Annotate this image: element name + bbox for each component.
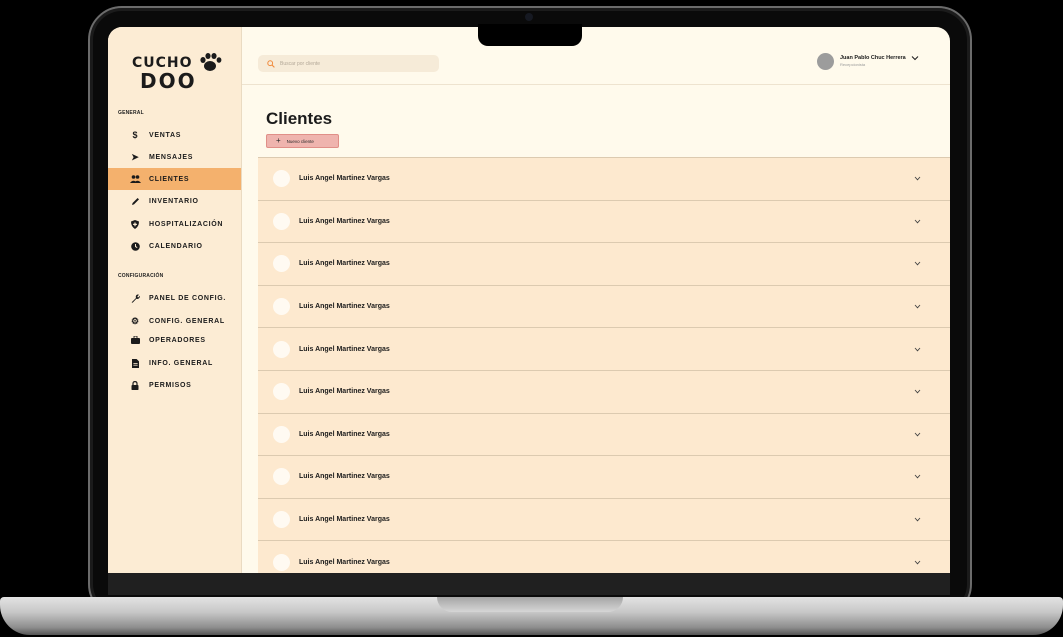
sidebar-item-calendario[interactable]: CALENDARIO <box>108 235 241 257</box>
sidebar-item-label: HOSPITALIZACIÓN <box>149 220 224 228</box>
sidebar-item-panel-config[interactable]: PANEL DE CONFIG. <box>108 287 241 309</box>
briefcase-icon <box>128 336 142 344</box>
sidebar-item-label: PERMISOS <box>149 381 192 389</box>
sidebar-item-clientes[interactable]: CLIENTES <box>108 168 241 190</box>
client-name: Luis Angel Martinez Vargas <box>299 175 390 183</box>
logo-text-bottom: DOO <box>140 69 197 93</box>
app-screen: CUCHO DOO GENERAL $ VENTAS ➤ MENSAJES CL… <box>108 27 950 573</box>
chevron-down-icon[interactable] <box>914 261 921 266</box>
clock-icon <box>128 241 142 251</box>
client-row[interactable]: Luis Angel Martinez Vargas <box>258 242 950 285</box>
client-row[interactable]: Luis Angel Martinez Vargas <box>258 369 950 413</box>
client-row[interactable]: Luis Angel Martinez Vargas <box>258 540 950 573</box>
sidebar-item-ventas[interactable]: $ VENTAS <box>108 124 241 146</box>
sidebar-item-mensajes[interactable]: ➤ MENSAJES <box>108 146 241 168</box>
brand-logo[interactable]: CUCHO DOO <box>128 49 228 95</box>
client-row[interactable]: Luis Angel Martinez Vargas <box>258 412 950 456</box>
search-icon <box>267 59 275 68</box>
client-avatar <box>273 383 290 401</box>
client-row[interactable]: Luis Angel Martinez Vargas <box>258 327 950 370</box>
client-avatar <box>273 298 290 316</box>
client-avatar <box>273 340 290 358</box>
dollar-icon: $ <box>132 130 138 140</box>
search-bar[interactable] <box>258 55 439 72</box>
chevron-down-icon[interactable] <box>914 347 921 352</box>
sidebar-item-label: CONFIG. GENERAL <box>149 317 225 325</box>
sidebar-item-inventario[interactable]: INVENTARIO <box>108 190 241 212</box>
sidebar-item-hospitalizacion[interactable]: HOSPITALIZACIÓN <box>108 213 241 235</box>
plus-icon: + <box>276 136 281 145</box>
chevron-down-icon[interactable] <box>914 304 921 309</box>
chevron-down-icon[interactable] <box>914 389 921 394</box>
client-name: Luis Angel Martinez Vargas <box>299 388 390 396</box>
sidebar: CUCHO DOO GENERAL $ VENTAS ➤ MENSAJES CL… <box>108 27 242 573</box>
avatar[interactable] <box>817 53 834 70</box>
sidebar-item-label: VENTAS <box>149 131 182 139</box>
client-list: Luis Angel Martinez Vargas Luis Angel Ma… <box>258 157 950 573</box>
sidebar-item-label: CLIENTES <box>149 175 190 183</box>
document-icon <box>128 358 142 368</box>
sidebar-item-label: INFO. GENERAL <box>149 359 213 367</box>
sidebar-item-label: INVENTARIO <box>149 197 199 205</box>
client-name: Luis Angel Martinez Vargas <box>299 303 390 311</box>
sidebar-item-info-general[interactable]: INFO. GENERAL <box>108 352 241 374</box>
users-icon <box>128 175 142 183</box>
client-avatar <box>273 170 290 188</box>
laptop-hinge-groove <box>437 597 623 612</box>
sidebar-item-label: OPERADORES <box>149 336 206 344</box>
client-avatar <box>273 255 290 273</box>
client-row[interactable]: Luis Angel Martinez Vargas <box>258 284 950 328</box>
pencil-icon <box>128 197 142 206</box>
user-role: Recepcionista <box>840 62 866 67</box>
chevron-down-icon[interactable] <box>914 517 921 522</box>
client-name: Luis Angel Martinez Vargas <box>299 430 390 438</box>
shield-icon <box>128 219 142 229</box>
client-avatar <box>273 425 290 443</box>
sidebar-item-label: CALENDARIO <box>149 242 203 250</box>
top-bar: Juan Pablo Chuc Herrera Recepcionista <box>242 27 950 85</box>
wrench-icon <box>128 293 142 303</box>
sidebar-item-label: MENSAJES <box>149 153 194 161</box>
chevron-down-icon[interactable] <box>914 176 921 181</box>
client-name: Luis Angel Martinez Vargas <box>299 516 390 524</box>
client-row[interactable]: Luis Angel Martinez Vargas <box>258 497 950 541</box>
client-name: Luis Angel Martinez Vargas <box>299 345 390 353</box>
sidebar-item-label: PANEL DE CONFIG. <box>149 294 227 302</box>
chevron-down-icon[interactable] <box>914 474 921 479</box>
section-label-general: GENERAL <box>118 110 144 116</box>
chevron-down-icon[interactable] <box>911 55 919 61</box>
laptop-chin <box>108 573 950 595</box>
camera-icon <box>525 13 533 21</box>
new-client-button-label: Nuevo cliente <box>286 138 314 144</box>
client-avatar <box>273 553 290 571</box>
user-name[interactable]: Juan Pablo Chuc Herrera <box>840 55 906 61</box>
client-name: Luis Angel Martinez Vargas <box>299 473 390 481</box>
lock-icon <box>128 380 142 390</box>
laptop-frame: CUCHO DOO GENERAL $ VENTAS ➤ MENSAJES CL… <box>0 0 1063 637</box>
section-label-configuracion: CONFIGURACIÓN <box>118 273 164 279</box>
sidebar-item-permisos[interactable]: PERMISOS <box>108 374 241 396</box>
gear-icon: ⚙ <box>130 315 140 326</box>
chevron-down-icon[interactable] <box>914 560 921 565</box>
client-name: Luis Angel Martinez Vargas <box>299 260 390 268</box>
client-row[interactable]: Luis Angel Martinez Vargas <box>258 157 950 200</box>
client-avatar <box>273 468 290 486</box>
client-name: Luis Angel Martinez Vargas <box>299 558 390 566</box>
screen-notch <box>478 24 582 46</box>
send-icon: ➤ <box>131 151 139 162</box>
paw-icon <box>200 53 222 71</box>
chevron-down-icon[interactable] <box>914 219 921 224</box>
client-avatar <box>273 212 290 230</box>
client-row[interactable]: Luis Angel Martinez Vargas <box>258 455 950 498</box>
search-input[interactable] <box>280 60 430 67</box>
client-row[interactable]: Luis Angel Martinez Vargas <box>258 199 950 243</box>
client-avatar <box>273 511 290 529</box>
chevron-down-icon[interactable] <box>914 432 921 437</box>
client-name: Luis Angel Martinez Vargas <box>299 217 390 225</box>
page-title: Clientes <box>266 109 333 128</box>
new-client-button[interactable]: + Nuevo cliente <box>266 134 339 148</box>
sidebar-item-operadores[interactable]: OPERADORES <box>108 329 241 351</box>
